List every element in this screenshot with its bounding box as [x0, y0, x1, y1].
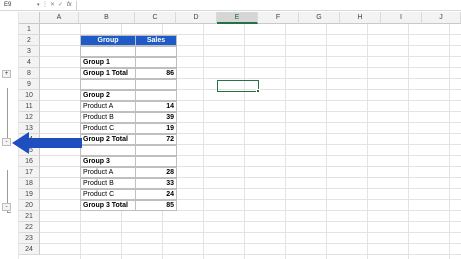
table-cell-label[interactable]: Product C: [80, 189, 136, 200]
pointer-arrow-icon: [12, 132, 82, 154]
row-header[interactable]: 12: [19, 112, 40, 123]
pointer-arrow-shape: [12, 132, 82, 154]
header-sales[interactable]: Sales: [135, 35, 177, 46]
outline-group-line: [7, 88, 8, 138]
table-cell-value[interactable]: 39: [135, 112, 177, 123]
table-cell-value[interactable]: 14: [135, 101, 177, 112]
insert-function-icon[interactable]: fx: [67, 1, 72, 10]
table-cell-value[interactable]: 86: [135, 68, 177, 79]
header-group[interactable]: Group: [80, 35, 136, 46]
column-header-j[interactable]: J: [422, 12, 461, 24]
column-header-e[interactable]: E: [217, 12, 258, 24]
table-cell-value[interactable]: [135, 156, 177, 167]
table-cell-value[interactable]: [135, 79, 177, 90]
column-header-d[interactable]: D: [176, 12, 217, 24]
row-header[interactable]: 11: [19, 101, 40, 112]
column-header-a[interactable]: A: [40, 12, 79, 24]
row-header[interactable]: 17: [19, 167, 40, 178]
table-cell-value[interactable]: 72: [135, 134, 177, 145]
table-cell-label[interactable]: Group 1 Total: [80, 68, 136, 79]
outline-collapse-button[interactable]: -: [2, 138, 11, 146]
row-header[interactable]: 23: [19, 233, 40, 244]
row-header[interactable]: 10: [19, 90, 40, 101]
table-cell-value[interactable]: 19: [135, 123, 177, 134]
table-cell-label[interactable]: [80, 145, 136, 156]
table-cell-label[interactable]: Group 2 Total: [80, 134, 136, 145]
table-cell-label[interactable]: Group 2: [80, 90, 136, 101]
row-header[interactable]: 3: [19, 46, 40, 57]
formula-separator: [76, 1, 77, 10]
row-header[interactable]: 1: [19, 24, 40, 35]
table-cell-value[interactable]: 33: [135, 178, 177, 189]
fill-handle[interactable]: [256, 89, 260, 93]
enter-icon[interactable]: ✓: [58, 1, 63, 10]
table-cell-label[interactable]: Product A: [80, 167, 136, 178]
table-cell-label[interactable]: [80, 79, 136, 90]
column-header-f[interactable]: F: [258, 12, 299, 24]
column-header-c[interactable]: C: [135, 12, 176, 24]
row-header[interactable]: 22: [19, 222, 40, 233]
outline-collapse-button[interactable]: -: [2, 203, 11, 211]
active-cell-selection[interactable]: [217, 80, 259, 92]
row-header[interactable]: 19: [19, 189, 40, 200]
row-header[interactable]: 4: [19, 57, 40, 68]
table-cell-label[interactable]: Product B: [80, 112, 136, 123]
row-header[interactable]: 18: [19, 178, 40, 189]
table-cell-value[interactable]: [135, 90, 177, 101]
column-header-g[interactable]: G: [299, 12, 340, 24]
formula-bar: E9 ▾ ⋮ ✕ ✓ fx: [0, 0, 461, 11]
cancel-icon[interactable]: ✕: [50, 1, 55, 10]
row-header[interactable]: 20: [19, 200, 40, 211]
column-header-b[interactable]: B: [79, 12, 135, 24]
table-cell-value[interactable]: [135, 145, 177, 156]
table-cell-label[interactable]: Group 3: [80, 156, 136, 167]
row-header[interactable]: 8: [19, 68, 40, 79]
column-header-i[interactable]: I: [381, 12, 422, 24]
table-cell-value[interactable]: [135, 57, 177, 68]
table-cell-value[interactable]: 24: [135, 189, 177, 200]
more-icon[interactable]: ⋮: [42, 1, 48, 10]
table-cell-value[interactable]: 28: [135, 167, 177, 178]
row-header[interactable]: 21: [19, 211, 40, 222]
table-cell-label[interactable]: [80, 46, 136, 57]
table-cell-label[interactable]: Group 1: [80, 57, 136, 68]
row-header[interactable]: 9: [19, 79, 40, 90]
select-all-corner[interactable]: [19, 12, 40, 24]
name-box[interactable]: E9: [2, 1, 36, 10]
outline-group-end: [7, 212, 11, 213]
table-cell-label[interactable]: Product B: [80, 178, 136, 189]
table-cell-value[interactable]: 85: [135, 200, 177, 211]
name-box-dropdown-icon[interactable]: ▾: [37, 1, 40, 10]
table-cell-label[interactable]: Group 3 Total: [80, 200, 136, 211]
row-header[interactable]: 16: [19, 156, 40, 167]
table-cell-label[interactable]: Product A: [80, 101, 136, 112]
outline-expand-button[interactable]: +: [2, 70, 11, 78]
table-cell-label[interactable]: Product C: [80, 123, 136, 134]
column-header-h[interactable]: H: [340, 12, 381, 24]
row-header[interactable]: 2: [19, 35, 40, 46]
table-cell-value[interactable]: [135, 46, 177, 57]
row-header[interactable]: 24: [19, 244, 40, 255]
